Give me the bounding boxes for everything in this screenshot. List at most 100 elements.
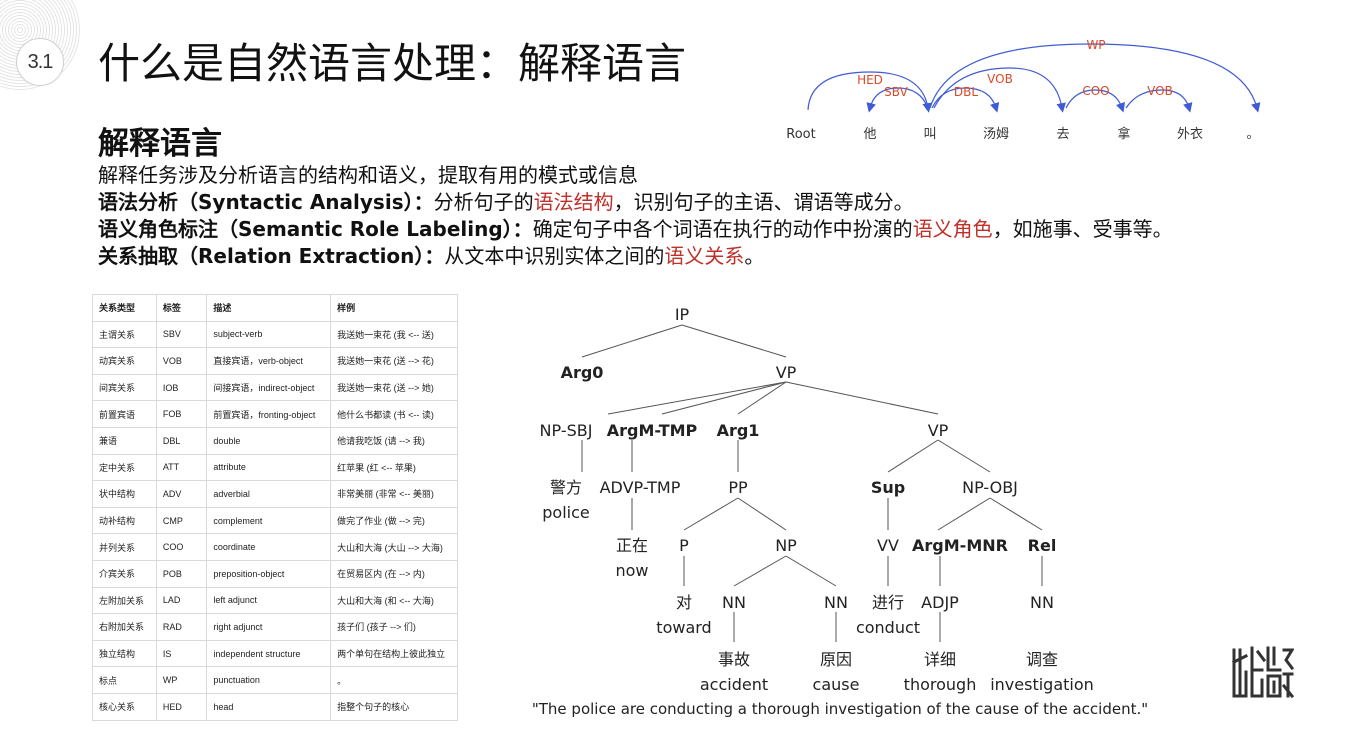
arc-wp [929,43,1261,113]
table-cell: right adjunct [206,613,332,641]
node-arg1: Arg1 [717,421,760,440]
table-cell: 主谓关系 [92,320,157,349]
srl-line: 语义角色标注（Semantic Role Labeling）：确定句子中各个词语… [98,216,1173,243]
node-sup: Sup [871,478,905,497]
table-row: 核心关系 HED head 指整个句子的核心 [92,692,458,721]
node-nn1: NN [722,593,746,612]
table-cell: WP [155,666,208,694]
token-qu: 去 [1056,127,1069,142]
arc-label-wp: WP [1086,38,1105,52]
table-cell: 在贸易区内 (在 --> 内) [330,559,458,588]
table-cell: VOB [155,347,208,375]
table-cell: ADV [155,480,208,508]
table-cell: 间接宾语，indirect-object [206,373,332,402]
node-xiangxi: 详细 [924,650,956,669]
table-header-row: 关系类型 标签 描述 样例 [92,294,458,322]
table-cell: 状中结构 [92,480,157,508]
node-dui: 对 [676,593,692,612]
table-cell: DBL [155,426,208,455]
table-cell: 孩子们 (孩子 --> 们) [330,613,458,641]
table-cell: 我送她一束花 (我 <-- 送) [330,320,458,349]
table-row: 介宾关系 POB preposition-object 在贸易区内 (在 --> 内) [92,559,458,588]
token-period: 。 [1246,127,1259,142]
token-jiao: 叫 [923,127,936,142]
node-vp2: VP [928,421,949,440]
srl-post: ，如施事、受事等。 [992,217,1173,241]
table-cell: 前置宾语 [92,400,157,428]
table-row: 独立结构 IS independent structure 两个单句在结构上彼此独立 [92,639,458,668]
calligraphy-seal-logo-icon [1231,646,1294,699]
table-cell: FOB [155,400,208,428]
table-row: 前置宾语 FOB 前置宾语，fronting-object 他什么书都读 (书 <--… [92,400,458,428]
syntactic-analysis-line: 语法分析（Syntactic Analysis）：分析句子的语法结构，识别句子的… [98,189,1173,216]
table-cell: 独立结构 [92,639,157,668]
relation-table-body: 主谓关系 SBV subject-verb 我送她一束花 (我 <-- 送) 动宾关系 V… [92,320,458,721]
table-cell: 我送她一束花 (送 --> 花) [330,347,458,375]
table-cell: attribute [206,453,332,482]
table-cell: CMP [155,506,208,535]
table-cell: adverbial [206,480,332,508]
table-cell: double [206,426,332,455]
table-cell: 标点 [92,666,157,694]
table-row: 标点 WP punctuation。 [92,666,458,694]
table-cell: 动宾关系 [92,347,157,375]
srl-pre: 确定句子中各个词语在执行的动作中扮演的 [532,217,913,241]
table-cell: 核心关系 [92,692,157,721]
table-cell: 指整个句子的核心 [330,692,458,721]
table-cell: coordinate [206,533,332,561]
node-vv: VV [877,536,899,555]
relation-label: 关系抽取（Relation Extraction）： [98,244,445,268]
table-row: 间宾关系 IOB 间接宾语，indirect-object 我送她一束花 (送 -->… [92,373,458,402]
token-waiyi: 外衣 [1177,126,1203,142]
node-vp: VP [776,363,797,382]
node-p: P [679,536,689,555]
table-row: 主谓关系 SBV subject-verb 我送她一束花 (我 <-- 送) [92,320,458,349]
table-cell: 前置宾语，fronting-object [206,400,332,428]
table-cell: 两个单句在结构上彼此独立 [330,639,458,668]
table-row: 动宾关系 VOB 直接宾语，verb-object 我送她一束花 (送 --> 花) [92,347,458,375]
relation-post: 。 [744,244,765,268]
table-cell: 动补结构 [92,506,157,535]
syntactic-label: 语法分析（Syntactic Analysis）： [98,190,434,214]
node-thorough: thorough [904,675,977,694]
table-header-cell: 关系类型 [92,294,157,322]
table-cell: preposition-object [206,559,332,588]
table-row: 左附加关系 LAD left adjunct 大山和大海 (和 <-- 大海) [92,586,458,615]
node-toward: toward [656,618,711,637]
table-cell: 介宾关系 [92,559,157,588]
token-tangmu: 汤姆 [983,127,1009,142]
table-cell: IOB [155,373,208,402]
arc-label-sbv: SBV [884,85,908,99]
description-block: 解释任务涉及分析语言的结构和语义，提取有用的模式或信息 语法分析（Syntact… [98,162,1173,270]
parse-tree-diagram: IP Arg0 VP NP-SBJ ArgM-TMP Arg1 VP 警方 po… [532,305,1148,718]
table-cell: HED [155,692,208,721]
node-zhengzai: 正在 [616,536,648,555]
node-jinxing: 进行 [872,593,904,612]
token-na: 拿 [1117,126,1130,142]
table-row: 状中结构 ADV adverbial 非常美丽 (非常 <-- 美丽) [92,480,458,508]
node-pp: PP [728,478,748,497]
node-police: police [542,503,589,522]
table-cell: 他什么书都读 (书 <-- 读) [330,400,458,428]
arc-label-dbl: DBL [954,85,978,99]
table-row: 定中关系 ATT attribute 红苹果 (红 <-- 苹果) [92,453,458,482]
node-nn2: NN [824,593,848,612]
table-cell: 非常美丽 (非常 <-- 美丽) [330,480,458,508]
table-cell: SBV [155,320,208,349]
node-argm-tmp: ArgM-TMP [607,421,698,440]
node-ip: IP [675,305,690,324]
node-conduct: conduct [856,618,920,637]
table-header-cell: 描述 [206,294,332,322]
table-cell: punctuation [206,666,332,694]
node-rel: Rel [1028,536,1057,555]
node-investigation: investigation [990,675,1094,694]
syntactic-highlight: 语法结构 [533,190,614,214]
table-cell: 大山和大海 (大山 --> 大海) [330,533,458,561]
dependency-diagram: HED SBV DBL VOB WP COO VOB Root 他 叫 汤姆 去… [786,38,1261,142]
node-np-sbj: NP-SBJ [540,421,593,440]
node-diaocha: 调查 [1026,650,1058,669]
arc-label-coo: COO [1082,84,1109,98]
node-now: now [615,561,648,580]
tree-caption: "The police are conducting a thorough in… [532,700,1148,718]
table-cell: 直接宾语，verb-object [206,347,332,375]
